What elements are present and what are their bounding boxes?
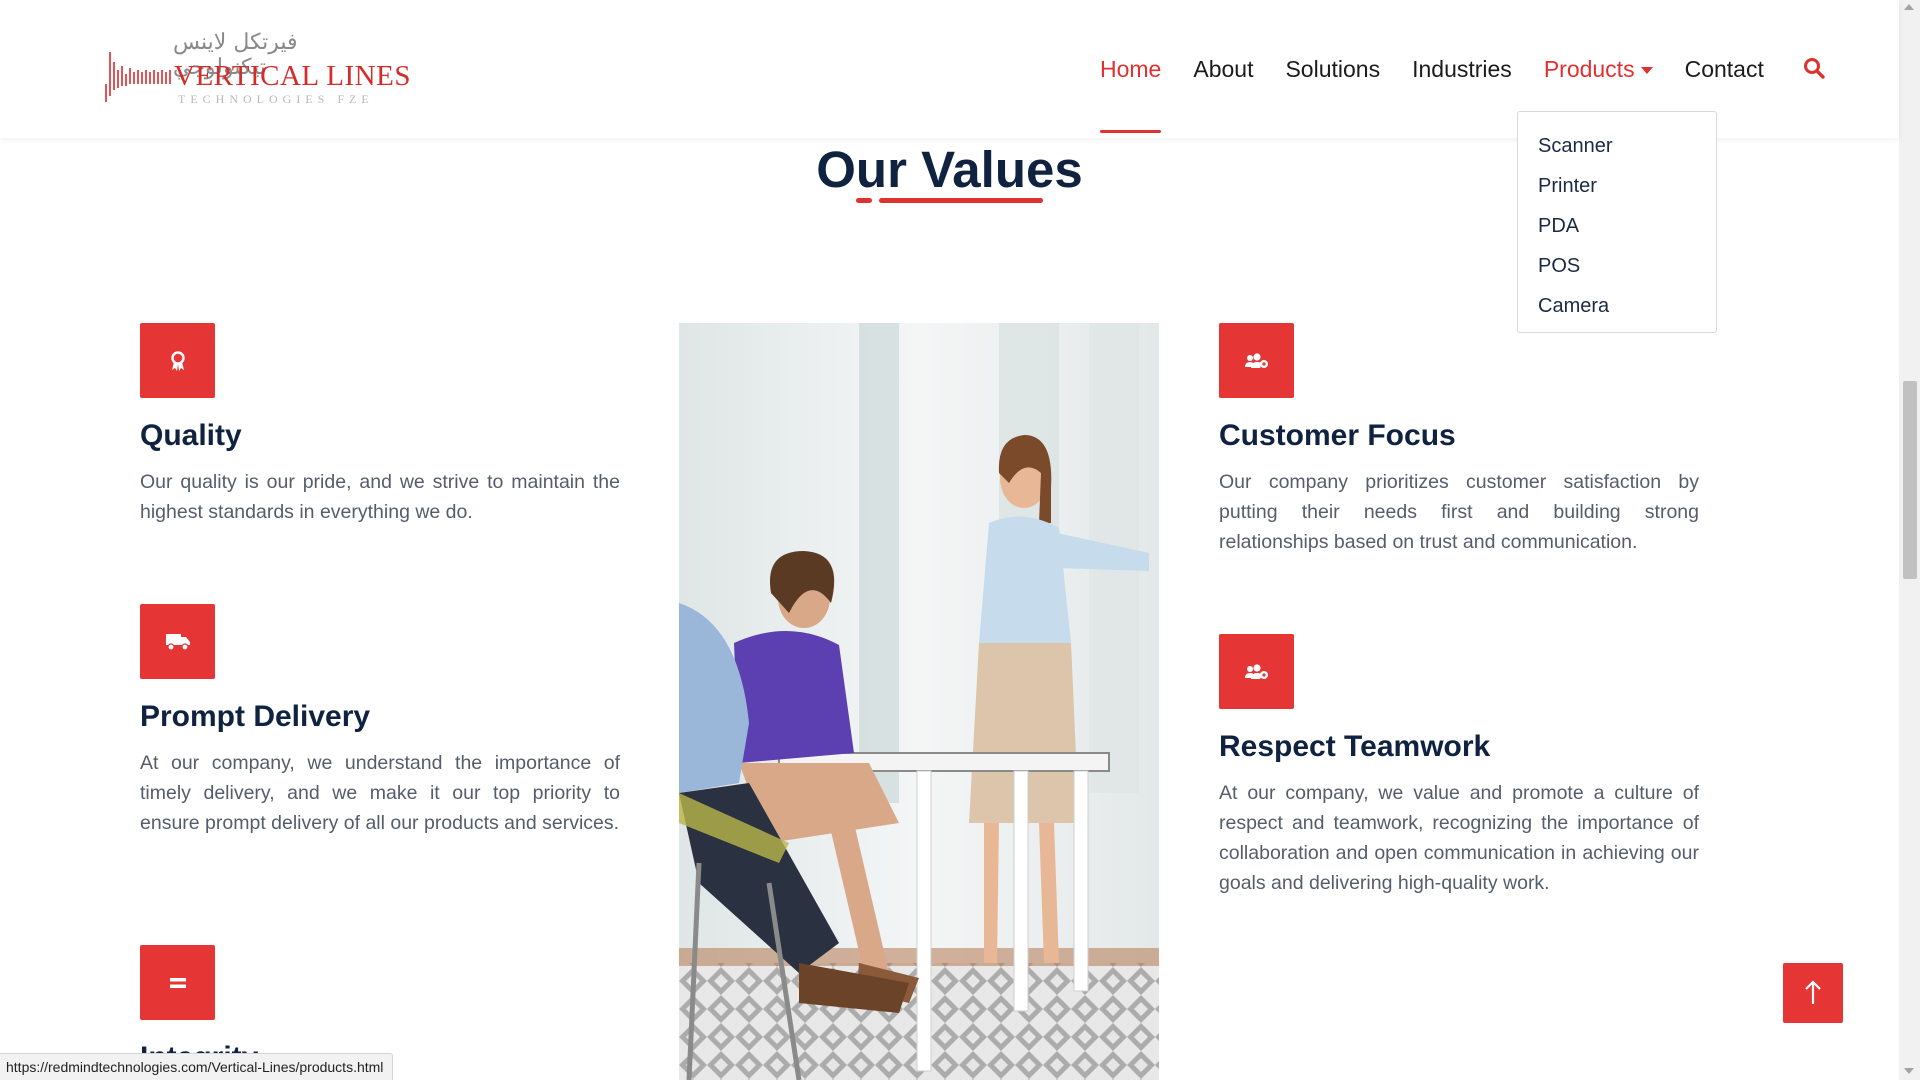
nav-products-label: Products	[1543, 55, 1635, 82]
value-title: Quality	[140, 419, 242, 452]
value-text: Our company prioritizes customer satisfa…	[1219, 471, 1699, 553]
equals-icon	[140, 945, 215, 1020]
title-underline-bar	[879, 198, 1043, 203]
value-customer-focus: Customer Focus Our company prioritizes c…	[1219, 323, 1699, 557]
title-underline-dot	[856, 198, 872, 203]
search-icon[interactable]	[1802, 56, 1826, 80]
scroll-down-arrow-icon[interactable]	[1904, 1068, 1914, 1074]
dropdown-item-camera[interactable]: Camera	[1518, 286, 1716, 326]
value-title: Respect Teamwork	[1219, 730, 1491, 763]
users-cog-icon	[1219, 323, 1294, 398]
dropdown-item-pda[interactable]: PDA	[1518, 206, 1716, 246]
value-quality: Quality Our quality is our pride, and we…	[140, 323, 620, 527]
back-to-top-button[interactable]	[1783, 963, 1843, 1023]
link-status-bar: https://redmindtechnologies.com/Vertical…	[0, 1053, 394, 1080]
truck-icon	[140, 604, 215, 679]
dropdown-item-pos[interactable]: POS	[1518, 246, 1716, 286]
caret-down-icon	[1640, 66, 1653, 74]
nav-about[interactable]: About	[1193, 56, 1253, 89]
award-icon	[140, 323, 215, 398]
logo-sub-text: TECHNOLOGIES FZE	[178, 92, 374, 106]
arrow-up-icon	[1805, 980, 1821, 1004]
dropdown-item-scanner[interactable]: Scanner	[1518, 126, 1716, 166]
value-respect-teamwork: Respect Teamwork At our company, we valu…	[1219, 634, 1699, 898]
scroll-up-arrow-icon[interactable]	[1904, 4, 1914, 10]
value-title: Customer Focus	[1219, 419, 1456, 452]
value-text: At our company, we understand the import…	[140, 752, 620, 834]
logo-main-text: VERTICAL LINES	[174, 60, 411, 92]
nav-solutions[interactable]: Solutions	[1285, 56, 1380, 89]
nav-contact[interactable]: Contact	[1685, 56, 1764, 89]
value-prompt-delivery: Prompt Delivery At our company, we under…	[140, 604, 620, 838]
nav-home[interactable]: Home	[1100, 56, 1162, 133]
value-text: At our company, we value and promote a c…	[1219, 782, 1699, 894]
value-text: Our quality is our pride, and we strive …	[140, 471, 620, 523]
logo-bars-icon	[105, 52, 171, 102]
value-title: Prompt Delivery	[140, 700, 371, 733]
products-dropdown-menu: Scanner Printer PDA POS Camera	[1517, 111, 1717, 333]
main-nav: Home About Solutions Industries Products…	[1100, 52, 1796, 133]
team-meeting-photo	[679, 323, 1159, 1080]
users-cog-icon	[1219, 634, 1294, 709]
nav-industries[interactable]: Industries	[1412, 56, 1512, 89]
dropdown-item-printer[interactable]: Printer	[1518, 166, 1716, 206]
nav-products[interactable]: Products	[1543, 55, 1653, 133]
company-logo[interactable]: فيرتكل لاينس تيكنولوجي VERTICAL LINES TE…	[103, 30, 410, 116]
scrollbar-thumb[interactable]	[1903, 381, 1917, 579]
